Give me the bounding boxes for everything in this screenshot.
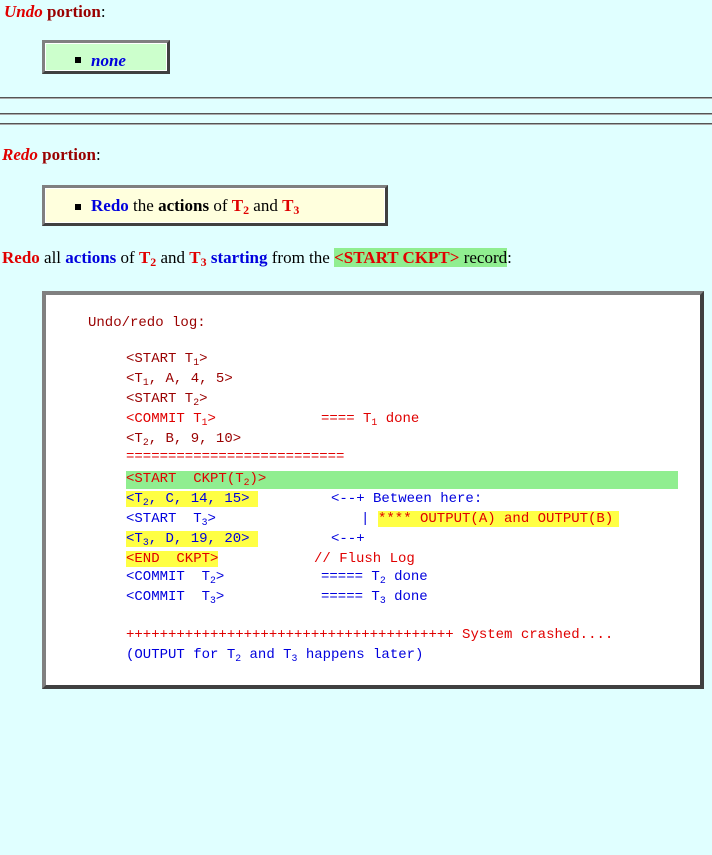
undo-heading-rest: portion <box>42 2 101 21</box>
redo-box: Redo the actions of T2 and T3 <box>42 185 388 226</box>
redo-item-t3: T <box>282 196 294 215</box>
sentence-highlight: <START CKPT> <box>334 248 460 267</box>
sentence-w4: of <box>116 248 139 267</box>
undo-colon: : <box>100 2 106 21</box>
redo-item-w1: Redo <box>91 196 129 215</box>
log-title: Undo/redo log: <box>88 315 206 331</box>
log-line-13: <COMMIT T3> <box>126 589 225 606</box>
redo-heading-italic: Redo <box>2 145 38 164</box>
log-line-9: <START T3> <box>126 511 216 528</box>
sentence-w1: Redo <box>2 248 40 267</box>
redo-item-w4: of <box>209 196 232 215</box>
log-line-12-comment: ===== T2 done <box>321 569 428 586</box>
undo-heading: Undo portion: <box>4 2 106 22</box>
divider-3 <box>0 123 712 125</box>
log-line-12: <COMMIT T2> <box>126 569 225 586</box>
bullet-icon <box>75 57 81 63</box>
redo-item: Redo the actions of T2 and T3 <box>91 196 299 216</box>
log-line-3: <START T2> <box>126 391 208 408</box>
divider-2 <box>0 113 712 115</box>
redo-heading-rest: portion <box>37 145 96 164</box>
sentence-w6: from the <box>267 248 335 267</box>
undo-box: none <box>42 40 170 74</box>
redo-heading: Redo portion: <box>2 145 101 165</box>
sentence-t2: T <box>138 248 151 267</box>
redo-item-w3: actions <box>158 196 210 215</box>
log-line-4-comment: ==== T1 done <box>321 411 420 428</box>
sentence-w3: actions <box>65 248 117 267</box>
log-line-10: <T3, D, 19, 20> <box>126 531 258 547</box>
undo-redo-log-box: Undo/redo log: <START T1> <T1, A, 4, 5> … <box>42 291 704 689</box>
sentence-and: and <box>156 248 190 267</box>
divider-1 <box>0 97 712 99</box>
sentence-w2: all <box>39 248 66 267</box>
sentence-w5: starting <box>206 248 268 267</box>
undo-item: none <box>91 51 126 70</box>
log-line-9-bar: | <box>361 511 370 527</box>
log-line-1: <START T1> <box>126 351 208 368</box>
log-separator: ========================== <box>126 449 345 465</box>
log-line-8: <T2, C, 14, 15> <box>126 491 258 507</box>
log-line-5: <T2, B, 9, 10> <box>126 431 242 448</box>
redo-item-and: and <box>249 196 283 215</box>
undo-heading-italic: Undo <box>4 2 43 21</box>
redo-item-t3sub: 3 <box>293 203 300 217</box>
log-line-2: <T1, A, 4, 5> <box>126 371 233 388</box>
log-line-8-comment: <--+ Between here: <box>331 491 483 507</box>
redo-colon: : <box>95 145 101 164</box>
log-line-crash: +++++++++++++++++++++++++++++++++++++++ … <box>126 627 614 643</box>
sentence-w7: record <box>459 248 508 267</box>
sentence-t3: T <box>189 248 201 267</box>
log-line-10-comment: <--+ <box>331 531 365 547</box>
log-line-end-ckpt: <END CKPT> <box>126 551 219 567</box>
redo-sentence: Redo all actions of T2 and T3 starting f… <box>2 248 512 268</box>
log-line-11-comment: // Flush Log <box>314 551 415 567</box>
sentence-colon: : <box>507 248 512 267</box>
redo-item-t2: T <box>231 196 244 215</box>
bullet-icon <box>75 204 81 210</box>
redo-item-w2: the <box>128 196 159 215</box>
log-line-output-later: (OUTPUT for T2 and T3 happens later) <box>126 647 424 664</box>
log-line-4: <COMMIT T1> <box>126 411 216 428</box>
log-line-13-comment: ===== T3 done <box>321 589 428 606</box>
log-line-start-ckpt: <START CKPT(T2)> <box>126 471 267 488</box>
log-line-9-output: **** OUTPUT(A) and OUTPUT(B) <box>378 511 620 527</box>
